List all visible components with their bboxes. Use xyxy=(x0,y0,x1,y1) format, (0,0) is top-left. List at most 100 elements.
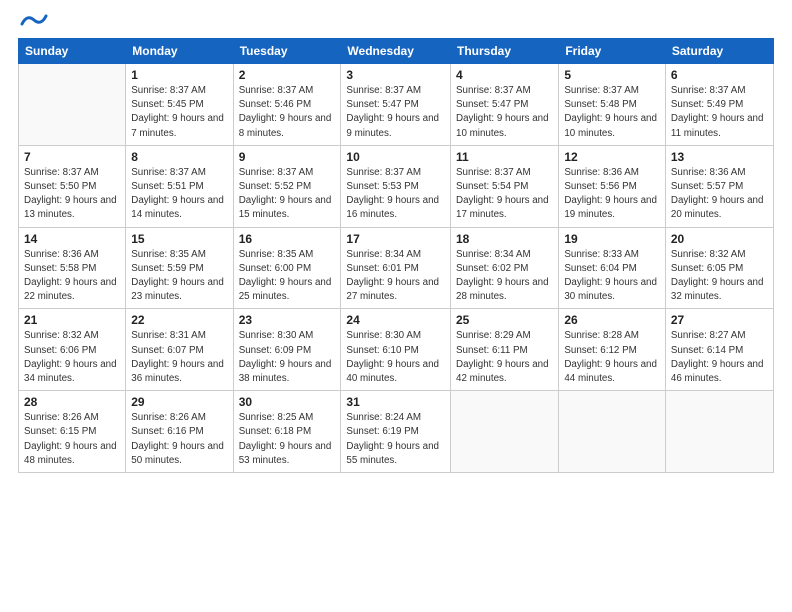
day-info: Sunrise: 8:24 AMSunset: 6:19 PMDaylight:… xyxy=(346,411,445,468)
day-number: 30 xyxy=(239,395,336,409)
day-number: 5 xyxy=(564,68,660,82)
col-header-friday: Friday xyxy=(559,39,666,64)
day-number: 2 xyxy=(239,68,336,82)
day-number: 31 xyxy=(346,395,445,409)
day-info: Sunrise: 8:36 AMSunset: 5:58 PMDaylight:… xyxy=(24,248,120,305)
day-info: Sunrise: 8:35 AMSunset: 6:00 PMDaylight:… xyxy=(239,248,336,305)
day-cell: 3 Sunrise: 8:37 AMSunset: 5:47 PMDaylight… xyxy=(341,64,451,146)
day-cell: 17Sunrise: 8:34 AMSunset: 6:01 PMDayligh… xyxy=(341,227,451,309)
week-row-1: 1 Sunrise: 8:37 AMSunset: 5:45 PMDaylight… xyxy=(19,64,774,146)
day-cell: 10Sunrise: 8:37 AMSunset: 5:53 PMDayligh… xyxy=(341,145,451,227)
day-info: Sunrise: 8:37 AMSunset: 5:49 PMDaylight:… xyxy=(671,84,768,141)
day-cell: 31 Sunrise: 8:24 AMSunset: 6:19 PMDayligh… xyxy=(341,391,451,473)
day-number: 6 xyxy=(671,68,768,82)
day-number: 8 xyxy=(131,150,227,164)
day-number: 9 xyxy=(239,150,336,164)
day-number: 13 xyxy=(671,150,768,164)
day-info: Sunrise: 8:37 AMSunset: 5:54 PMDaylight:… xyxy=(456,166,553,223)
day-cell: 4 Sunrise: 8:37 AMSunset: 5:47 PMDaylight… xyxy=(451,64,559,146)
day-cell: 9 Sunrise: 8:37 AMSunset: 5:52 PMDaylight… xyxy=(233,145,341,227)
day-info: Sunrise: 8:37 AMSunset: 5:51 PMDaylight:… xyxy=(131,166,227,223)
day-info: Sunrise: 8:34 AMSunset: 6:01 PMDaylight:… xyxy=(346,248,445,305)
col-header-monday: Monday xyxy=(126,39,233,64)
day-cell xyxy=(451,391,559,473)
day-cell: 21 Sunrise: 8:32 AMSunset: 6:06 PMDayligh… xyxy=(19,309,126,391)
day-info: Sunrise: 8:27 AMSunset: 6:14 PMDaylight:… xyxy=(671,329,768,386)
day-cell xyxy=(559,391,666,473)
day-number: 10 xyxy=(346,150,445,164)
day-info: Sunrise: 8:37 AMSunset: 5:45 PMDaylight:… xyxy=(131,84,227,141)
day-cell: 23Sunrise: 8:30 AMSunset: 6:09 PMDayligh… xyxy=(233,309,341,391)
day-cell: 6 Sunrise: 8:37 AMSunset: 5:49 PMDaylight… xyxy=(665,64,773,146)
day-info: Sunrise: 8:32 AMSunset: 6:05 PMDaylight:… xyxy=(671,248,768,305)
day-info: Sunrise: 8:28 AMSunset: 6:12 PMDaylight:… xyxy=(564,329,660,386)
day-number: 18 xyxy=(456,232,553,246)
day-number: 15 xyxy=(131,232,227,246)
calendar: SundayMondayTuesdayWednesdayThursdayFrid… xyxy=(18,38,774,473)
day-number: 21 xyxy=(24,313,120,327)
day-number: 22 xyxy=(131,313,227,327)
day-cell xyxy=(19,64,126,146)
day-cell: 11 Sunrise: 8:37 AMSunset: 5:54 PMDayligh… xyxy=(451,145,559,227)
col-header-thursday: Thursday xyxy=(451,39,559,64)
day-info: Sunrise: 8:37 AMSunset: 5:47 PMDaylight:… xyxy=(346,84,445,141)
day-cell: 13 Sunrise: 8:36 AMSunset: 5:57 PMDayligh… xyxy=(665,145,773,227)
col-header-sunday: Sunday xyxy=(19,39,126,64)
day-number: 4 xyxy=(456,68,553,82)
day-info: Sunrise: 8:31 AMSunset: 6:07 PMDaylight:… xyxy=(131,329,227,386)
header xyxy=(18,18,774,28)
day-cell: 7 Sunrise: 8:37 AMSunset: 5:50 PMDaylight… xyxy=(19,145,126,227)
day-number: 14 xyxy=(24,232,120,246)
day-cell: 30 Sunrise: 8:25 AMSunset: 6:18 PMDayligh… xyxy=(233,391,341,473)
day-info: Sunrise: 8:37 AMSunset: 5:52 PMDaylight:… xyxy=(239,166,336,223)
day-number: 16 xyxy=(239,232,336,246)
day-number: 3 xyxy=(346,68,445,82)
day-cell: 28Sunrise: 8:26 AMSunset: 6:15 PMDayligh… xyxy=(19,391,126,473)
day-info: Sunrise: 8:32 AMSunset: 6:06 PMDaylight:… xyxy=(24,329,120,386)
day-info: Sunrise: 8:30 AMSunset: 6:09 PMDaylight:… xyxy=(239,329,336,386)
day-cell: 20Sunrise: 8:32 AMSunset: 6:05 PMDayligh… xyxy=(665,227,773,309)
day-cell: 24 Sunrise: 8:30 AMSunset: 6:10 PMDayligh… xyxy=(341,309,451,391)
day-number: 25 xyxy=(456,313,553,327)
day-number: 1 xyxy=(131,68,227,82)
day-cell: 15 Sunrise: 8:35 AMSunset: 5:59 PMDayligh… xyxy=(126,227,233,309)
day-number: 26 xyxy=(564,313,660,327)
day-number: 12 xyxy=(564,150,660,164)
day-info: Sunrise: 8:37 AMSunset: 5:48 PMDaylight:… xyxy=(564,84,660,141)
day-info: Sunrise: 8:36 AMSunset: 5:57 PMDaylight:… xyxy=(671,166,768,223)
week-row-5: 28Sunrise: 8:26 AMSunset: 6:15 PMDayligh… xyxy=(19,391,774,473)
day-number: 27 xyxy=(671,313,768,327)
day-cell xyxy=(665,391,773,473)
col-header-saturday: Saturday xyxy=(665,39,773,64)
day-cell: 27 Sunrise: 8:27 AMSunset: 6:14 PMDayligh… xyxy=(665,309,773,391)
day-number: 19 xyxy=(564,232,660,246)
day-cell: 2 Sunrise: 8:37 AMSunset: 5:46 PMDaylight… xyxy=(233,64,341,146)
day-cell: 5 Sunrise: 8:37 AMSunset: 5:48 PMDaylight… xyxy=(559,64,666,146)
day-cell: 8 Sunrise: 8:37 AMSunset: 5:51 PMDaylight… xyxy=(126,145,233,227)
day-cell: 26 Sunrise: 8:28 AMSunset: 6:12 PMDayligh… xyxy=(559,309,666,391)
day-info: Sunrise: 8:34 AMSunset: 6:02 PMDaylight:… xyxy=(456,248,553,305)
day-info: Sunrise: 8:37 AMSunset: 5:47 PMDaylight:… xyxy=(456,84,553,141)
day-number: 7 xyxy=(24,150,120,164)
day-cell: 12Sunrise: 8:36 AMSunset: 5:56 PMDayligh… xyxy=(559,145,666,227)
day-cell: 16 Sunrise: 8:35 AMSunset: 6:00 PMDayligh… xyxy=(233,227,341,309)
day-cell: 25Sunrise: 8:29 AMSunset: 6:11 PMDayligh… xyxy=(451,309,559,391)
day-number: 11 xyxy=(456,150,553,164)
col-header-wednesday: Wednesday xyxy=(341,39,451,64)
col-header-tuesday: Tuesday xyxy=(233,39,341,64)
day-cell: 19Sunrise: 8:33 AMSunset: 6:04 PMDayligh… xyxy=(559,227,666,309)
day-info: Sunrise: 8:37 AMSunset: 5:46 PMDaylight:… xyxy=(239,84,336,141)
page: SundayMondayTuesdayWednesdayThursdayFrid… xyxy=(0,0,792,612)
day-cell: 22 Sunrise: 8:31 AMSunset: 6:07 PMDayligh… xyxy=(126,309,233,391)
day-info: Sunrise: 8:35 AMSunset: 5:59 PMDaylight:… xyxy=(131,248,227,305)
day-info: Sunrise: 8:25 AMSunset: 6:18 PMDaylight:… xyxy=(239,411,336,468)
logo xyxy=(18,18,48,28)
day-number: 24 xyxy=(346,313,445,327)
day-cell: 14 Sunrise: 8:36 AMSunset: 5:58 PMDayligh… xyxy=(19,227,126,309)
day-info: Sunrise: 8:37 AMSunset: 5:50 PMDaylight:… xyxy=(24,166,120,223)
day-info: Sunrise: 8:26 AMSunset: 6:16 PMDaylight:… xyxy=(131,411,227,468)
day-cell: 18 Sunrise: 8:34 AMSunset: 6:02 PMDayligh… xyxy=(451,227,559,309)
day-info: Sunrise: 8:30 AMSunset: 6:10 PMDaylight:… xyxy=(346,329,445,386)
day-number: 28 xyxy=(24,395,120,409)
week-row-3: 14 Sunrise: 8:36 AMSunset: 5:58 PMDayligh… xyxy=(19,227,774,309)
